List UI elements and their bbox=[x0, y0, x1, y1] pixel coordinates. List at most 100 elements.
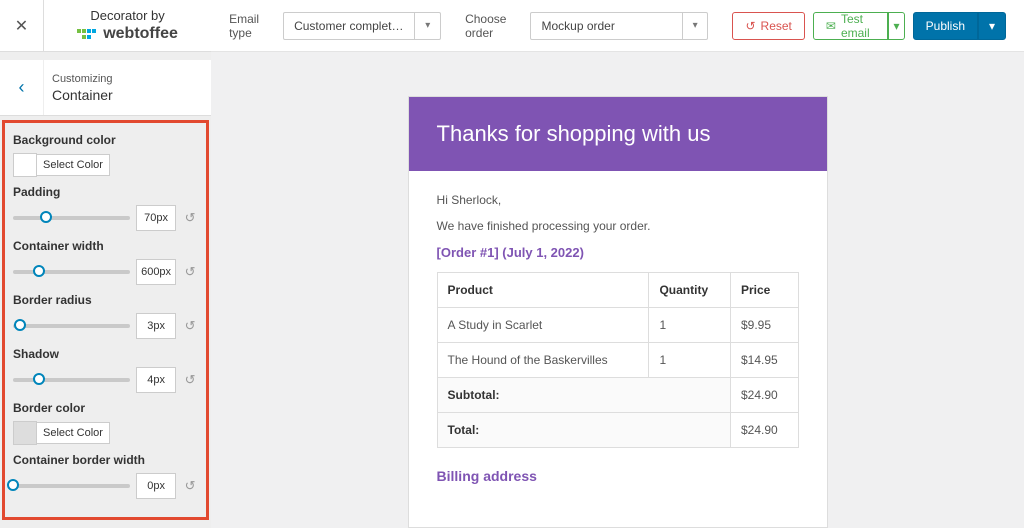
table-row: The Hound of the Baskervilles 1 $14.95 bbox=[437, 343, 798, 378]
subtotal-value: $24.90 bbox=[730, 378, 798, 413]
breadcrumb-context: Customizing bbox=[52, 73, 113, 85]
bg-select-color-button[interactable]: Select Color bbox=[36, 154, 110, 176]
chevron-left-icon: ‹ bbox=[19, 77, 25, 98]
email-type-select[interactable]: Customer completed or… ▾ bbox=[283, 12, 441, 40]
cell-qty: 1 bbox=[649, 343, 731, 378]
mail-icon: ✉ bbox=[826, 19, 836, 33]
chevron-down-icon[interactable]: ▾ bbox=[414, 13, 440, 39]
width-track[interactable] bbox=[13, 270, 130, 274]
border-width-track[interactable] bbox=[13, 484, 130, 488]
border-width-value[interactable]: 0px bbox=[136, 473, 176, 499]
test-email-label: Test email bbox=[841, 12, 875, 40]
width-slider[interactable]: 600px ↺ bbox=[13, 259, 198, 285]
cell-qty: 1 bbox=[649, 308, 731, 343]
email-type-value: Customer completed or… bbox=[284, 19, 414, 33]
total-row: Total: $24.90 bbox=[437, 413, 798, 448]
border-color-control: Select Color bbox=[13, 421, 198, 445]
padding-reset-icon[interactable]: ↺ bbox=[182, 210, 198, 226]
publish-button[interactable]: Publish bbox=[913, 12, 978, 40]
subtotal-row: Subtotal: $24.90 bbox=[437, 378, 798, 413]
width-label: Container width bbox=[13, 239, 198, 253]
topbar-actions: ↺ Reset ✉ Test email ▾ Publish bbox=[732, 12, 1006, 40]
brand-logo: webtoffee bbox=[77, 25, 178, 43]
cell-price: $9.95 bbox=[730, 308, 798, 343]
radius-track[interactable] bbox=[13, 324, 130, 328]
cell-product: The Hound of the Baskervilles bbox=[437, 343, 649, 378]
close-button[interactable]: ✕ bbox=[0, 0, 44, 51]
choose-order-label: Choose order bbox=[465, 12, 506, 40]
brand-byline: Decorator by bbox=[90, 8, 164, 23]
reset-icon: ↺ bbox=[745, 19, 755, 33]
back-button[interactable]: ‹ bbox=[0, 60, 44, 115]
slider-handle-icon[interactable] bbox=[33, 373, 45, 385]
email-type-label: Email type bbox=[229, 12, 259, 40]
reset-button[interactable]: ↺ Reset bbox=[732, 12, 804, 40]
shadow-slider[interactable]: 4px ↺ bbox=[13, 367, 198, 393]
slider-handle-icon[interactable] bbox=[33, 265, 45, 277]
border-width-label: Container border width bbox=[13, 453, 198, 467]
th-price: Price bbox=[730, 273, 798, 308]
padding-track[interactable] bbox=[13, 216, 130, 220]
publish-caret[interactable]: ▾ bbox=[978, 12, 1006, 40]
test-email-caret[interactable]: ▾ bbox=[888, 12, 904, 40]
breadcrumb-text: Customizing Container bbox=[44, 73, 121, 103]
email-preview: Thanks for shopping with us Hi Sherlock,… bbox=[408, 96, 828, 528]
container-controls-panel: Background color Select Color Padding 70… bbox=[2, 120, 209, 520]
email-header: Thanks for shopping with us bbox=[409, 97, 827, 171]
main-area: Email type Customer completed or… ▾ Choo… bbox=[211, 0, 1024, 528]
cell-product: A Study in Scarlet bbox=[437, 308, 649, 343]
padding-value[interactable]: 70px bbox=[136, 205, 176, 231]
brand-name: webtoffee bbox=[103, 25, 178, 43]
border-color-swatch[interactable] bbox=[13, 421, 37, 445]
total-label: Total: bbox=[437, 413, 730, 448]
logo-dots-icon bbox=[77, 29, 99, 39]
width-reset-icon[interactable]: ↺ bbox=[182, 264, 198, 280]
choose-order-select[interactable]: Mockup order ▾ bbox=[530, 12, 708, 40]
radius-value[interactable]: 3px bbox=[136, 313, 176, 339]
close-icon: ✕ bbox=[15, 16, 28, 36]
breadcrumb: ‹ Customizing Container bbox=[0, 60, 211, 116]
billing-title: Billing address bbox=[437, 468, 799, 484]
breadcrumb-section: Container bbox=[52, 87, 113, 103]
th-product: Product bbox=[437, 273, 649, 308]
shadow-label: Shadow bbox=[13, 347, 198, 361]
email-body: Hi Sherlock, We have finished processing… bbox=[409, 171, 827, 506]
padding-label: Padding bbox=[13, 185, 198, 199]
bg-color-swatch[interactable] bbox=[13, 153, 37, 177]
order-title: [Order #1] (July 1, 2022) bbox=[437, 245, 799, 260]
shadow-track[interactable] bbox=[13, 378, 130, 382]
bg-color-label: Background color bbox=[13, 133, 198, 147]
table-header-row: Product Quantity Price bbox=[437, 273, 798, 308]
border-select-color-button[interactable]: Select Color bbox=[36, 422, 110, 444]
shadow-reset-icon[interactable]: ↺ bbox=[182, 372, 198, 388]
th-qty: Quantity bbox=[649, 273, 731, 308]
brand-row: ✕ Decorator by webtoffee bbox=[0, 0, 211, 52]
border-width-reset-icon[interactable]: ↺ bbox=[182, 478, 198, 494]
slider-handle-icon[interactable] bbox=[14, 319, 26, 331]
padding-slider[interactable]: 70px ↺ bbox=[13, 205, 198, 231]
slider-handle-icon[interactable] bbox=[7, 479, 19, 491]
email-greeting: Hi Sherlock, bbox=[437, 193, 799, 207]
shadow-value[interactable]: 4px bbox=[136, 367, 176, 393]
radius-slider[interactable]: 3px ↺ bbox=[13, 313, 198, 339]
width-value[interactable]: 600px bbox=[136, 259, 176, 285]
border-width-slider[interactable]: 0px ↺ bbox=[13, 473, 198, 499]
slider-handle-icon[interactable] bbox=[40, 211, 52, 223]
publish-label: Publish bbox=[926, 19, 965, 33]
chevron-down-icon: ▾ bbox=[989, 19, 995, 33]
email-line: We have finished processing your order. bbox=[437, 219, 799, 233]
chevron-down-icon: ▾ bbox=[893, 19, 899, 33]
test-email-button[interactable]: ✉ Test email bbox=[813, 12, 888, 40]
chevron-down-icon[interactable]: ▾ bbox=[682, 13, 708, 39]
bg-color-control: Select Color bbox=[13, 153, 198, 177]
choose-order-value: Mockup order bbox=[531, 19, 681, 33]
table-row: A Study in Scarlet 1 $9.95 bbox=[437, 308, 798, 343]
cell-price: $14.95 bbox=[730, 343, 798, 378]
border-color-label: Border color bbox=[13, 401, 198, 415]
preview-pane: Thanks for shopping with us Hi Sherlock,… bbox=[211, 52, 1024, 528]
order-table: Product Quantity Price A Study in Scarle… bbox=[437, 272, 799, 448]
reset-label: Reset bbox=[761, 19, 792, 33]
subtotal-label: Subtotal: bbox=[437, 378, 730, 413]
radius-reset-icon[interactable]: ↺ bbox=[182, 318, 198, 334]
radius-label: Border radius bbox=[13, 293, 198, 307]
